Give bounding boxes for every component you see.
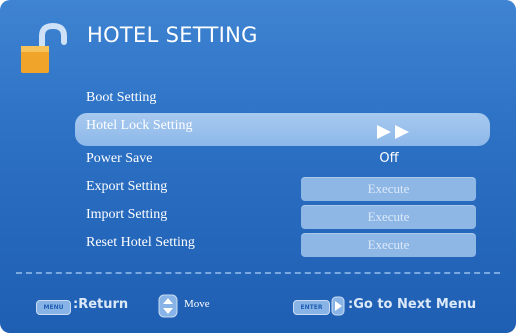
right-arrow-icon [331,296,345,316]
return-hint: :Return [73,297,129,312]
menu-item-label: Reset Hotel Setting [86,235,195,250]
open-padlock-icon [21,22,67,73]
menu-item-hotel-lock-setting[interactable]: Hotel Lock Setting [75,113,490,146]
hotel-setting-screen: HOTEL SETTING Boot Setting Hotel Lock Se… [0,0,516,333]
menu-item-label: Hotel Lock Setting [86,118,193,133]
next-menu-hint: :Go to Next Menu [348,297,477,312]
menu-item-label: Power Save [86,151,153,166]
menu-item-boot-setting[interactable]: Boot Setting [75,88,490,110]
menu-item-power-save[interactable]: Power Save Off [75,149,490,171]
footer-hint-bar: MENU :Return Move ENTER :Go to Next Menu [0,282,516,322]
menu-item-label: Export Setting [86,179,168,194]
menu-item-label: Boot Setting [86,90,157,105]
move-hint: Move [184,298,210,310]
footer-divider [16,272,500,274]
menu-item-label: Import Setting [86,207,168,222]
export-execute-button[interactable]: Execute [301,177,476,201]
power-save-value: Off [379,151,399,166]
up-down-arrow-icon [158,294,178,318]
import-execute-button[interactable]: Execute [301,205,476,229]
menu-item-reset-hotel-setting[interactable]: Reset Hotel Setting Execute [75,233,490,257]
menu-item-import-setting[interactable]: Import Setting Execute [75,205,490,229]
menu-key-icon: MENU [36,300,71,315]
menu-item-export-setting[interactable]: Export Setting Execute [75,177,490,201]
reset-execute-button[interactable]: Execute [301,233,476,257]
page-title: HOTEL SETTING [87,23,258,47]
double-play-arrow-icon [377,125,409,139]
enter-key-icon: ENTER [293,300,330,315]
